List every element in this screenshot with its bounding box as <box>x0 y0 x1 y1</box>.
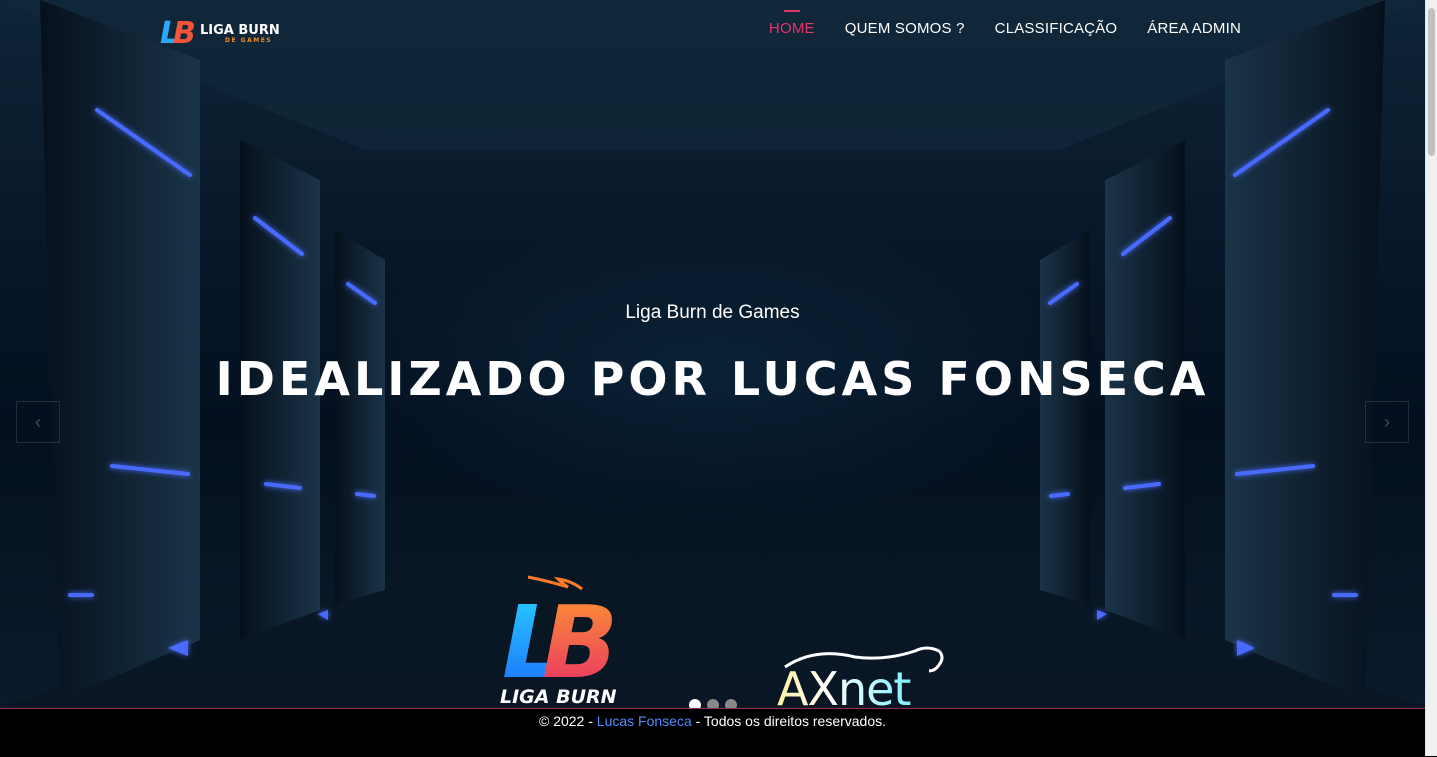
nav-area-admin[interactable]: ÁREA ADMIN <box>1147 20 1241 37</box>
brand-line1: LIGA BURN <box>200 23 280 38</box>
brand-logo[interactable]: L B LIGA BURN DE GAMES <box>158 12 288 50</box>
footer-suffix: - Todos os direitos reservados. <box>691 713 887 729</box>
liga-burn-sponsor-text: LIGA BURN <box>500 686 617 708</box>
svg-text:B: B <box>173 16 196 50</box>
hero-subtitle: Liga Burn de Games <box>625 302 800 323</box>
chevron-left-icon: ‹ <box>35 412 41 432</box>
carousel-prev-button[interactable]: ‹ <box>16 401 60 443</box>
axnet-sponsor-text: AXnet <box>777 662 910 708</box>
nav-quem-somos[interactable]: QUEM SOMOS ? <box>845 20 965 37</box>
footer-copyright: © 2022 - Lucas Fonseca - Todos os direit… <box>0 713 1425 729</box>
hero-carousel: L B LIGA BURN DE GAMES HOME QUEM SOMOS ?… <box>0 0 1425 708</box>
svg-text:B: B <box>542 584 618 701</box>
footer: © 2022 - Lucas Fonseca - Todos os direit… <box>0 708 1425 757</box>
carousel-indicators <box>689 699 737 708</box>
nav-classificacao[interactable]: CLASSIFICAÇÃO <box>995 20 1118 37</box>
nav-home[interactable]: HOME <box>769 10 815 37</box>
carousel-indicator-3[interactable] <box>725 699 737 708</box>
page-scrollbar[interactable] <box>1425 0 1437 756</box>
footer-prefix: © 2022 - <box>538 713 597 729</box>
hero-title: IDEALIZADO POR LUCAS FONSECA <box>215 352 1210 406</box>
carousel-indicator-2[interactable] <box>707 699 719 708</box>
brand-line2: DE GAMES <box>225 37 272 44</box>
axnet-sponsor-logo: AXnet <box>777 646 944 708</box>
carousel-next-button[interactable]: › <box>1365 401 1409 443</box>
footer-author-link[interactable]: Lucas Fonseca <box>597 713 692 729</box>
scrollbar-thumb[interactable] <box>1428 8 1435 156</box>
chevron-right-icon: › <box>1384 412 1390 432</box>
main-nav: HOME QUEM SOMOS ? CLASSIFICAÇÃO ÁREA ADM… <box>769 10 1241 37</box>
liga-burn-sponsor-logo: L B LIGA BURN <box>500 575 618 708</box>
carousel-indicator-1[interactable] <box>689 699 701 708</box>
